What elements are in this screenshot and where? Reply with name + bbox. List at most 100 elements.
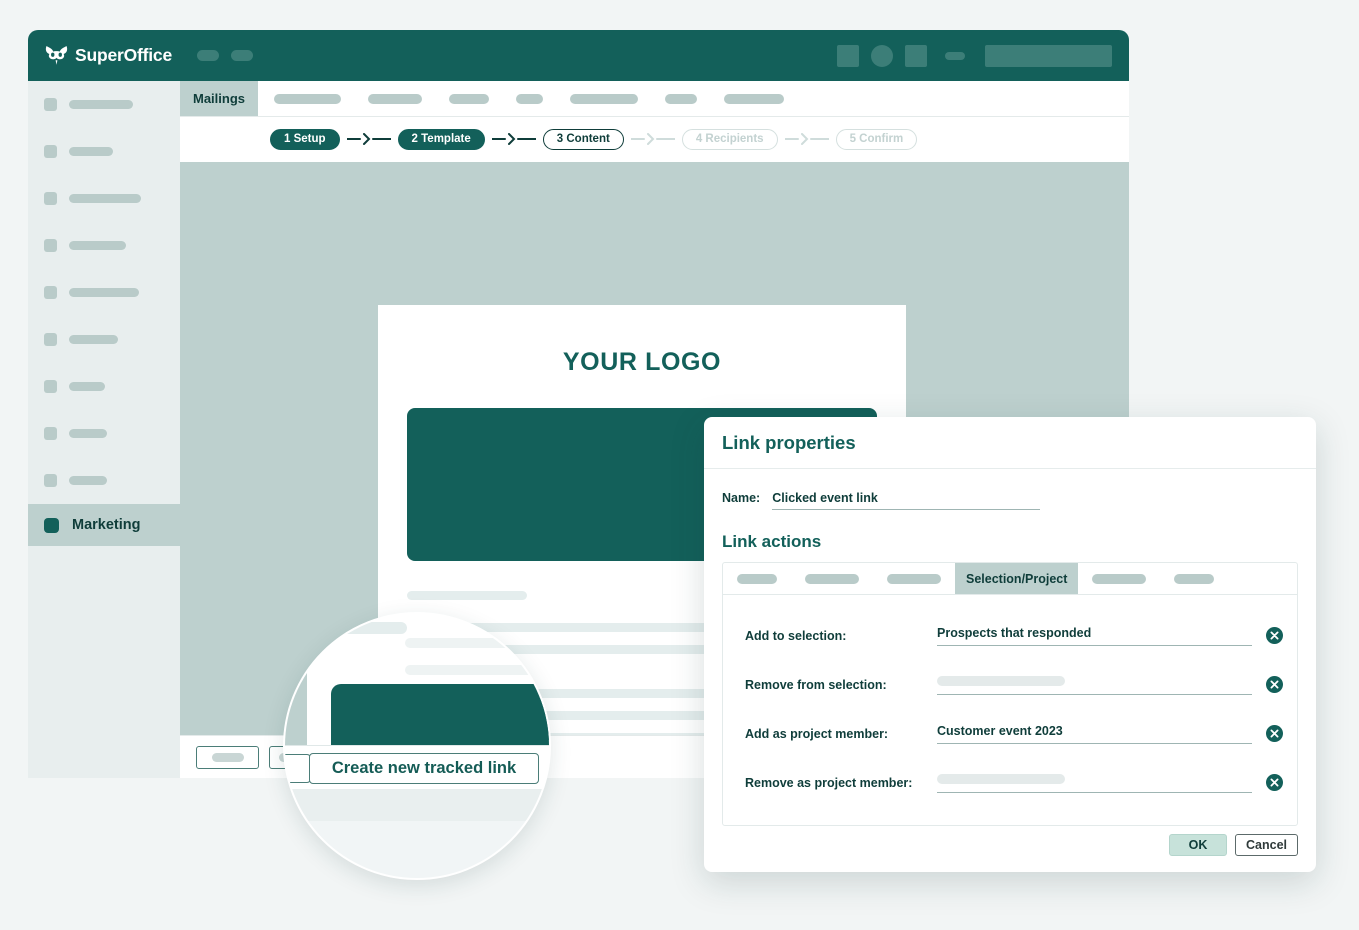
sidebar-icon-2 — [44, 145, 57, 158]
tab-placeholder-7[interactable] — [724, 93, 785, 104]
clear-icon[interactable] — [1266, 676, 1283, 693]
dialog-body: Name: Clicked event link Link actions Se… — [704, 469, 1316, 826]
add-as-project-member-input[interactable]: Customer event 2023 — [937, 724, 1252, 744]
dialog-tab-placeholder-3[interactable] — [887, 573, 941, 584]
sidebar-item-marketing[interactable]: Marketing — [28, 504, 180, 546]
magnifier-canvas-bg — [285, 614, 307, 745]
toolbar-button-1[interactable] — [196, 745, 259, 769]
sidebar-item-3[interactable] — [28, 175, 180, 222]
sidebar-label-7 — [69, 382, 105, 391]
ok-button[interactable]: OK — [1169, 834, 1227, 856]
empty-value-placeholder — [937, 675, 1065, 686]
name-input[interactable]: Clicked event link — [772, 491, 1041, 510]
sidebar-label-8 — [69, 429, 107, 438]
wizard-step-recipients[interactable]: 4 Recipients — [681, 128, 778, 150]
link-properties-dialog: Link properties Name: Clicked event link… — [704, 417, 1316, 872]
magnifier-toolbar-button[interactable] — [285, 754, 311, 783]
app-topbar: SuperOffice — [28, 30, 1129, 81]
magnifier-footer-bg — [285, 789, 549, 821]
sidebar-icon-3 — [44, 192, 57, 205]
tab-mailings[interactable]: Mailings — [180, 81, 259, 116]
dialog-footer: OK Cancel — [704, 818, 1316, 872]
tab-strip: Mailings — [180, 81, 1129, 117]
magnifier-cta-block — [331, 684, 549, 746]
sidebar-label-3 — [69, 194, 141, 203]
table-row: Add to selection: Prospects that respond… — [723, 611, 1297, 660]
superoffice-owl-logo-icon — [45, 46, 68, 65]
dialog-tab-placeholder-5[interactable] — [1174, 573, 1215, 584]
topbar-pill-2[interactable] — [231, 50, 253, 61]
sidebar-item-6[interactable] — [28, 316, 180, 363]
magnifier-line-2 — [405, 665, 549, 675]
sidebar-item-5[interactable] — [28, 269, 180, 316]
magnifier-text-line — [335, 622, 407, 634]
cancel-button[interactable]: Cancel — [1235, 834, 1298, 856]
sidebar-icon-4 — [44, 239, 57, 252]
dialog-title: Link properties — [722, 431, 856, 453]
name-row: Name: Clicked event link — [722, 491, 1298, 510]
tab-placeholder-6[interactable] — [665, 93, 698, 104]
tab-placeholder-2[interactable] — [368, 93, 423, 104]
wizard-step-content[interactable]: 3 Content — [542, 128, 624, 150]
circle-icon[interactable] — [871, 44, 893, 67]
magnifier-content: Create new tracked link — [285, 614, 549, 878]
tab-placeholder-5[interactable] — [570, 93, 639, 104]
sidebar-icon-5 — [44, 286, 57, 299]
sidebar-item-1[interactable] — [28, 81, 180, 128]
sidebar-item-2[interactable] — [28, 128, 180, 175]
square-icon-2[interactable] — [905, 44, 927, 67]
link-actions-title: Link actions — [722, 532, 822, 551]
wizard-step-template[interactable]: 2 Template — [397, 128, 485, 150]
sidebar-item-4[interactable] — [28, 222, 180, 269]
empty-value-placeholder — [937, 773, 1065, 784]
clear-icon[interactable] — [1266, 725, 1283, 742]
table-row: Remove from selection: — [723, 660, 1297, 709]
sidebar-label-5 — [69, 288, 139, 297]
clear-icon[interactable] — [1266, 774, 1283, 791]
tab-placeholder-1[interactable] — [274, 93, 342, 104]
remove-as-project-member-input[interactable] — [937, 773, 1252, 793]
pill-icon[interactable] — [945, 51, 965, 60]
dialog-tab-placeholder-1[interactable] — [737, 573, 777, 584]
dialog-header: Link properties — [704, 417, 1316, 469]
sidebar-icon-7 — [44, 380, 57, 393]
email-logo-text: YOUR LOGO — [562, 348, 722, 376]
rectangle-placeholder[interactable] — [985, 44, 1112, 67]
clear-icon[interactable] — [1266, 627, 1283, 644]
sidebar-label-6 — [69, 335, 118, 344]
dialog-tab-placeholder-2[interactable] — [805, 573, 859, 584]
remove-from-selection-input[interactable] — [937, 675, 1252, 695]
wizard-connector-3 — [630, 133, 675, 145]
brand[interactable]: SuperOffice — [45, 45, 172, 66]
link-action-rows: Add to selection: Prospects that respond… — [723, 595, 1297, 825]
sidebar-item-7[interactable] — [28, 363, 180, 410]
topbar-pill-1[interactable] — [197, 50, 219, 61]
toolbar-button-1-label — [211, 752, 244, 762]
tab-placeholders — [258, 81, 811, 116]
sidebar-label-4 — [69, 241, 126, 250]
sidebar-item-9[interactable] — [28, 457, 180, 504]
sidebar-item-8[interactable] — [28, 410, 180, 457]
tab-placeholder-3[interactable] — [449, 93, 490, 104]
dialog-tab-placeholders-after — [1078, 563, 1228, 594]
table-row: Add as project member: Customer event 20… — [723, 709, 1297, 758]
tab-selection-project[interactable]: Selection/Project — [955, 563, 1079, 594]
wizard-step-confirm[interactable]: 5 Confirm — [835, 128, 918, 150]
marketing-icon — [44, 517, 59, 533]
email-text-line-1 — [407, 591, 527, 600]
magnifier-callout: Create new tracked link — [283, 612, 551, 880]
topbar-right-group — [837, 44, 1112, 67]
add-to-selection-input[interactable]: Prospects that responded — [937, 626, 1252, 646]
sidebar-icon-6 — [44, 333, 57, 346]
brand-name: SuperOffice — [75, 44, 172, 65]
square-icon[interactable] — [837, 44, 859, 67]
link-actions-tabstrip: Selection/Project — [723, 563, 1297, 595]
tab-placeholder-4[interactable] — [516, 93, 544, 104]
add-to-selection-label: Add to selection: — [745, 628, 847, 643]
dialog-tab-placeholders-before — [723, 563, 955, 594]
remove-from-selection-label: Remove from selection: — [745, 677, 887, 692]
sidebar-icon-8 — [44, 427, 57, 440]
wizard-step-setup[interactable]: 1 Setup — [270, 128, 340, 150]
create-new-tracked-link-button[interactable]: Create new tracked link — [309, 753, 539, 784]
dialog-tab-placeholder-4[interactable] — [1092, 573, 1147, 584]
